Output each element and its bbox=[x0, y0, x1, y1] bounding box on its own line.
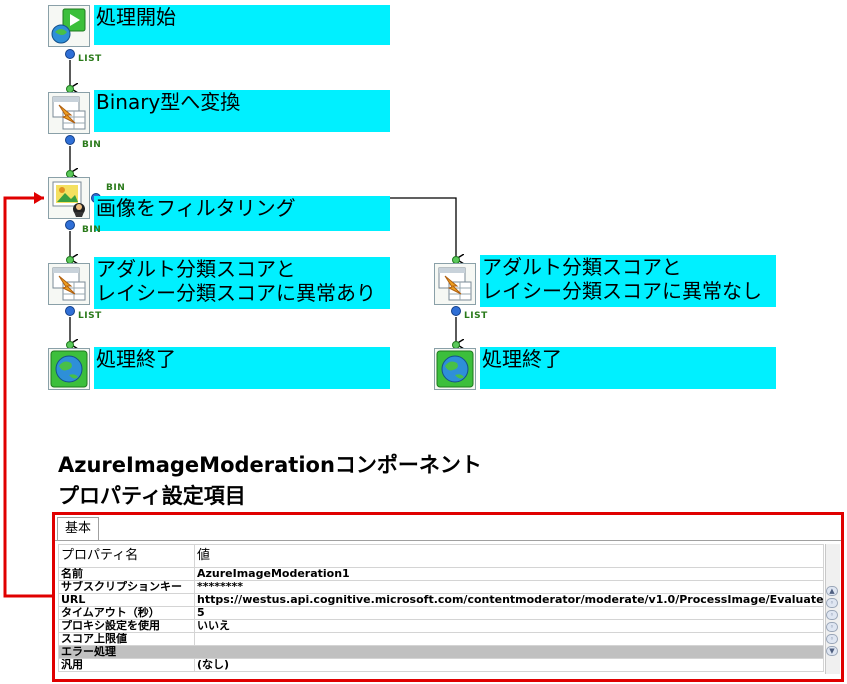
node-label-normal[interactable]: アダルト分類スコアと レイシー分類スコアに異常なし bbox=[480, 255, 776, 307]
globe-end-icon[interactable] bbox=[48, 348, 90, 390]
convert-table-icon[interactable] bbox=[434, 263, 476, 305]
node-label-start[interactable]: 処理開始 bbox=[94, 5, 390, 45]
property-value[interactable]: いいえ bbox=[194, 619, 824, 633]
highlight-connector bbox=[3, 192, 52, 598]
node-label-abnormal[interactable]: アダルト分類スコアと レイシー分類スコアに異常あり bbox=[94, 257, 390, 309]
property-group-label: エラー処理 bbox=[58, 645, 824, 659]
property-name: 名前 bbox=[58, 567, 195, 581]
tab-basic[interactable]: 基本 bbox=[57, 517, 99, 540]
property-name: プロキシ設定を使用 bbox=[58, 619, 195, 633]
node-label-end-right[interactable]: 処理終了 bbox=[480, 347, 776, 389]
node-label-line: レイシー分類スコアに異常あり bbox=[96, 281, 376, 305]
connector-type-label: BIN bbox=[82, 225, 102, 235]
convert-table-icon[interactable] bbox=[48, 263, 90, 305]
node-label-line: 画像をフィルタリング bbox=[96, 196, 296, 220]
tab-divider bbox=[55, 540, 841, 541]
property-row[interactable]: 汎用 (なし) bbox=[58, 658, 824, 672]
connector-port-icon[interactable] bbox=[65, 135, 75, 145]
property-row[interactable]: プロキシ設定を使用 いいえ bbox=[58, 619, 824, 633]
node-label-filter[interactable]: 画像をフィルタリング bbox=[94, 196, 390, 231]
property-grid-scrollbar[interactable]: ▲ ◦ ◦ ◦ ◦ ▼ bbox=[825, 544, 840, 674]
property-row[interactable]: URL https://westus.api.cognitive.microsof… bbox=[58, 593, 824, 607]
property-group-row[interactable]: エラー処理 bbox=[58, 645, 824, 659]
scroll-track-icon[interactable]: ◦ bbox=[826, 598, 838, 608]
property-name: サブスクリプションキー bbox=[58, 580, 195, 594]
node-label-line: Binary型へ変換 bbox=[96, 90, 241, 114]
property-value[interactable]: AzureImageModeration1 bbox=[194, 567, 824, 581]
property-row[interactable]: サブスクリプションキー ******** bbox=[58, 580, 824, 594]
connector-type-label: LIST bbox=[78, 54, 102, 64]
scroll-track-icon[interactable]: ◦ bbox=[826, 634, 838, 644]
header-value: 値 bbox=[194, 544, 824, 568]
image-filter-icon[interactable] bbox=[48, 177, 90, 219]
convert-table-icon[interactable] bbox=[48, 92, 90, 134]
node-label-line: アダルト分類スコアと bbox=[96, 257, 296, 281]
highlight-link bbox=[3, 192, 52, 598]
connector-port-icon[interactable] bbox=[65, 220, 75, 230]
connector-port-icon[interactable] bbox=[451, 306, 461, 316]
property-row[interactable]: 名前 AzureImageModeration1 bbox=[58, 567, 824, 581]
node-label-line: レイシー分類スコアに異常なし bbox=[482, 279, 762, 303]
property-name: URL bbox=[58, 593, 195, 607]
property-section-title: プロパティ設定項目 bbox=[58, 484, 246, 508]
start-play-icon[interactable] bbox=[48, 5, 90, 47]
property-grid: プロパティ名 値 名前 AzureImageModeration1 サブスクリプショ… bbox=[58, 544, 824, 672]
property-value[interactable]: 5 bbox=[194, 606, 824, 620]
globe-end-icon[interactable] bbox=[434, 348, 476, 390]
property-row[interactable]: タイムアウト（秒） 5 bbox=[58, 606, 824, 620]
property-value[interactable]: https://westus.api.cognitive.microsoft.c… bbox=[194, 593, 824, 607]
node-label-line: 処理開始 bbox=[96, 5, 176, 29]
connector-port-icon[interactable] bbox=[65, 49, 75, 59]
property-value[interactable]: (なし) bbox=[194, 658, 824, 672]
node-label-line: 処理終了 bbox=[96, 347, 176, 371]
property-name: タイムアウト（秒） bbox=[58, 606, 195, 620]
component-title: AzureImageModerationコンポーネント bbox=[58, 453, 482, 477]
property-value[interactable]: ******** bbox=[194, 580, 824, 594]
connector-type-label: BIN bbox=[106, 183, 126, 193]
scroll-up-icon[interactable]: ▲ bbox=[826, 586, 838, 596]
node-label-line: 処理終了 bbox=[482, 347, 562, 371]
property-row[interactable]: スコア上限値 bbox=[58, 632, 824, 646]
node-label-to-binary[interactable]: Binary型へ変換 bbox=[94, 90, 390, 132]
node-label-end-left[interactable]: 処理終了 bbox=[94, 347, 390, 389]
header-property-name: プロパティ名 bbox=[58, 544, 195, 568]
node-label-line: アダルト分類スコアと bbox=[482, 255, 682, 279]
connector-type-label: BIN bbox=[82, 140, 102, 150]
connector-type-label: LIST bbox=[78, 311, 102, 321]
property-name: スコア上限値 bbox=[58, 632, 195, 646]
connector-port-icon[interactable] bbox=[65, 306, 75, 316]
property-grid-body: 名前 AzureImageModeration1 サブスクリプションキー ******… bbox=[58, 567, 824, 672]
property-panel: 基本 プロパティ名 値 名前 AzureImageModeration1 サブスクリ… bbox=[52, 512, 844, 682]
scroll-down-icon[interactable]: ▼ bbox=[826, 646, 838, 656]
connector-type-label: LIST bbox=[464, 311, 488, 321]
property-grid-header: プロパティ名 値 bbox=[58, 544, 824, 568]
property-value[interactable] bbox=[194, 632, 824, 646]
property-name: 汎用 bbox=[58, 658, 195, 672]
scroll-track-icon[interactable]: ◦ bbox=[826, 622, 838, 632]
scroll-track-icon[interactable]: ◦ bbox=[826, 610, 838, 620]
